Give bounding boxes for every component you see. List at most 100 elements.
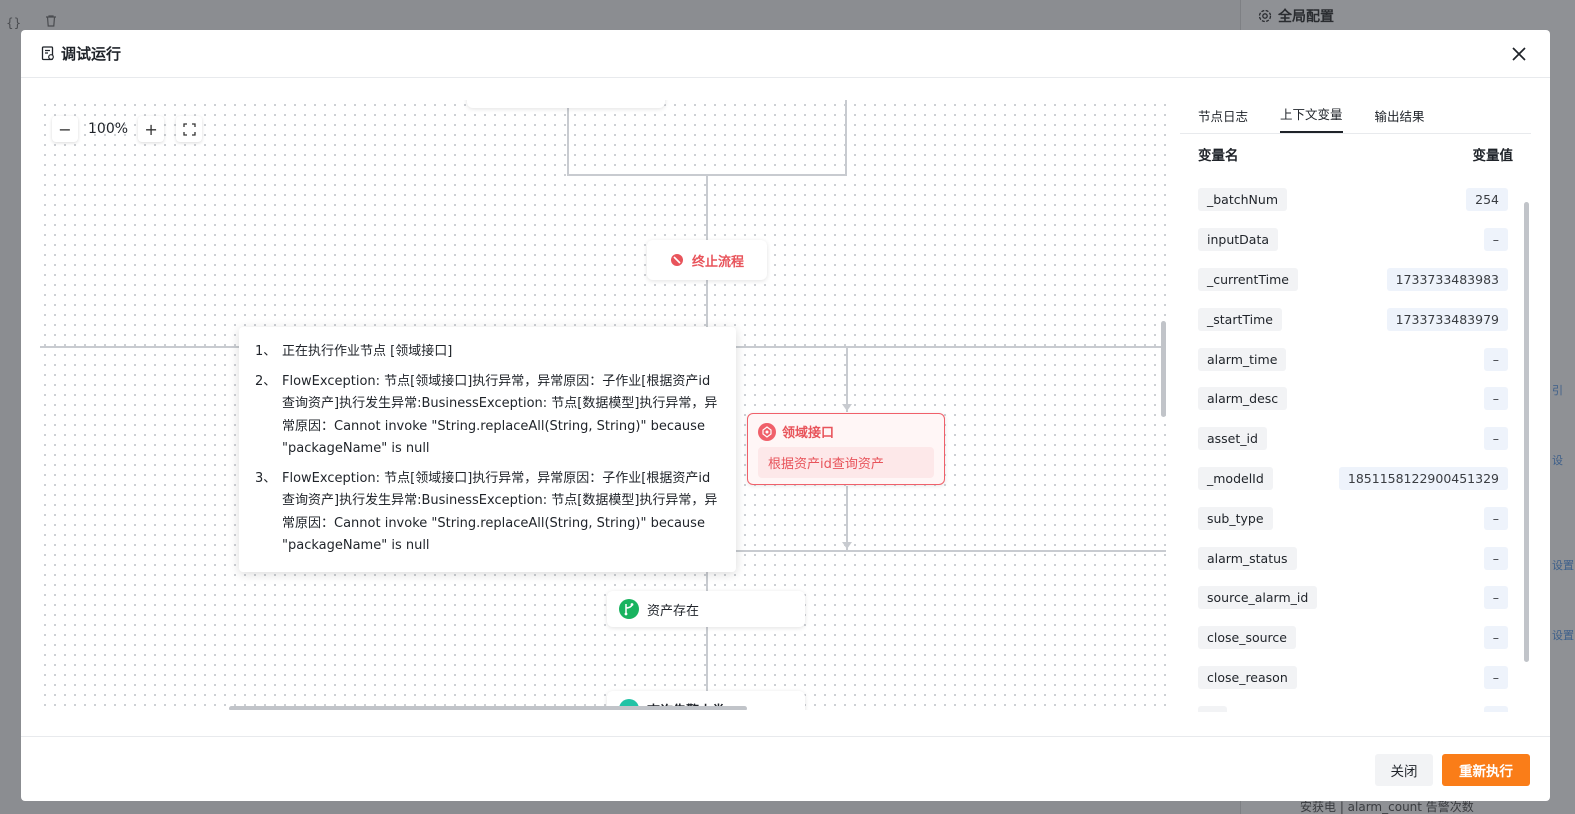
variable-name: alarm_desc: [1198, 387, 1288, 411]
variable-name: _startTime: [1198, 307, 1282, 331]
variable-name: id: [1198, 705, 1228, 712]
edge: [706, 175, 708, 240]
variable-name: inputData: [1198, 228, 1278, 252]
variable-row: close_reason –: [1180, 658, 1520, 698]
variable-row: asset_id –: [1180, 419, 1520, 459]
vertical-scrollbar[interactable]: [1524, 202, 1529, 662]
variable-name: close_reason: [1198, 665, 1297, 689]
edge: [845, 100, 847, 175]
flow-node-condition[interactable]: 资产存在: [607, 591, 805, 627]
vertical-scrollbar[interactable]: [1161, 321, 1166, 417]
error-text: FlowException: 节点[领域接口]执行异常，异常原因：子作业[根据资…: [282, 470, 718, 554]
variable-value: 1851158122900451329: [1338, 466, 1508, 490]
variable-row: id –: [1180, 697, 1520, 712]
variable-row: source_alarm_id –: [1180, 578, 1520, 618]
modal-footer: 关闭 重新执行: [21, 736, 1550, 801]
horizontal-scrollbar[interactable]: [229, 706, 747, 710]
modal-title-text: 调试运行: [61, 45, 122, 63]
variable-value: –: [1483, 427, 1508, 451]
column-header-name: 变量名: [1198, 148, 1239, 164]
variable-name: source_alarm_id: [1198, 586, 1318, 610]
variable-row: _modelId 1851158122900451329: [1180, 459, 1520, 499]
error-text: 正在执行作业节点 [领域接口]: [282, 344, 453, 359]
variable-value: –: [1483, 506, 1508, 530]
background-side-mark: 设: [1552, 454, 1563, 467]
variable-value: –: [1483, 347, 1508, 371]
modal-header: 调试运行: [21, 30, 1550, 78]
variable-value: –: [1483, 626, 1508, 650]
variable-row: sub_type –: [1180, 498, 1520, 538]
error-number: 3、: [255, 470, 277, 486]
variable-value: –: [1483, 705, 1508, 712]
variable-value: –: [1483, 586, 1508, 610]
node-label: 领域接口: [782, 426, 835, 441]
background-side-mark: 引: [1552, 384, 1563, 397]
domain-node-subjob: 根据资产id查询资产: [758, 447, 934, 478]
variable-name: _currentTime: [1198, 267, 1298, 291]
zoom-toolbar: − 100% +: [52, 116, 203, 142]
flow-node[interactable]: [467, 100, 665, 108]
variable-name: sub_type: [1198, 506, 1273, 530]
variable-name: alarm_time: [1198, 347, 1287, 371]
variable-row: alarm_desc –: [1180, 379, 1520, 419]
arrow-icon: [842, 404, 852, 411]
stop-icon: [670, 254, 683, 266]
domain-node-header: 领域接口: [748, 414, 944, 441]
variable-value: –: [1483, 665, 1508, 689]
variable-row: close_source –: [1180, 618, 1520, 658]
modal-title: 调试运行: [41, 43, 121, 64]
variable-name: _modelId: [1198, 466, 1273, 490]
zoom-in-button[interactable]: +: [138, 116, 165, 142]
variable-row: inputData –: [1180, 220, 1520, 260]
variable-name: _batchNum: [1198, 188, 1287, 212]
variable-name: asset_id: [1198, 427, 1267, 451]
variable-value: –: [1483, 228, 1508, 252]
error-item: 1、 正在执行作业节点 [领域接口]: [255, 341, 718, 364]
node-label: 资产存在: [647, 603, 700, 619]
variable-value: 254: [1466, 188, 1508, 212]
edge: [567, 100, 569, 175]
variable-row: _currentTime 1733733483983: [1180, 260, 1520, 300]
global-config-heading: 全局配置: [1258, 6, 1334, 26]
zoom-level: 100%: [88, 121, 129, 137]
flow-node-domain-api[interactable]: 领域接口 根据资产id查询资产: [747, 413, 945, 485]
domain-interface-icon: [758, 422, 776, 441]
background-side-mark: 设置: [1552, 559, 1574, 572]
flow-node-stop[interactable]: 终止流程: [647, 240, 767, 280]
node-label: 终止流程: [691, 254, 744, 270]
panel-tabs: 节点日志 上下文变量 输出结果: [1180, 100, 1531, 134]
column-header-value: 变量值: [1472, 148, 1514, 164]
error-item: 3、 FlowException: 节点[领域接口]执行异常，异常原因：子作业[…: [255, 468, 718, 558]
variable-table-header: 变量名 变量值: [1180, 134, 1531, 174]
variable-row: _startTime 1733733483979: [1180, 299, 1520, 339]
tab-context-variables[interactable]: 上下文变量: [1280, 104, 1343, 133]
variable-value: –: [1483, 546, 1508, 570]
variable-row: alarm_status –: [1180, 538, 1520, 578]
arrow-icon: [842, 542, 852, 549]
flow-canvas[interactable]: − 100% + 终止流程 领域接口 根据资产id查询资产 资产存在 1、 正在…: [40, 100, 1166, 710]
debug-side-panel: 节点日志 上下文变量 输出结果 变量名 变量值 _batchNum 254 inpu…: [1180, 100, 1531, 712]
fullscreen-icon[interactable]: [176, 116, 203, 142]
variable-row: alarm_time –: [1180, 339, 1520, 379]
error-item: 2、 FlowException: 节点[领域接口]执行异常，异常原因：子作业[…: [255, 371, 718, 461]
variable-row: _batchNum 254: [1180, 180, 1520, 220]
tab-node-log[interactable]: 节点日志: [1198, 106, 1248, 133]
variable-list[interactable]: _batchNum 254 inputData – _currentTime 173373…: [1180, 180, 1520, 712]
error-number: 1、: [255, 344, 277, 359]
zoom-out-button[interactable]: −: [52, 116, 78, 142]
close-icon[interactable]: [1508, 43, 1530, 65]
rerun-button[interactable]: 重新执行: [1442, 754, 1530, 786]
tab-output[interactable]: 输出结果: [1375, 106, 1425, 133]
variable-value: 1733733483979: [1386, 307, 1508, 331]
background-side-mark: 设置: [1552, 629, 1574, 642]
debug-run-modal: 调试运行 − 100% + 终止流程 领域接口 根据资产id查询资产 资产存在 …: [21, 30, 1550, 801]
variable-name: close_source: [1198, 626, 1296, 650]
variable-value: –: [1483, 387, 1508, 411]
edge: [706, 627, 708, 691]
code-icon: {}: [6, 16, 22, 30]
error-text: FlowException: 节点[领域接口]执行异常，异常原因：子作业[根据资…: [282, 373, 718, 457]
branch-icon: [619, 599, 639, 619]
variable-name: alarm_status: [1198, 546, 1297, 570]
error-number: 2、: [255, 373, 277, 389]
close-button[interactable]: 关闭: [1375, 754, 1433, 786]
